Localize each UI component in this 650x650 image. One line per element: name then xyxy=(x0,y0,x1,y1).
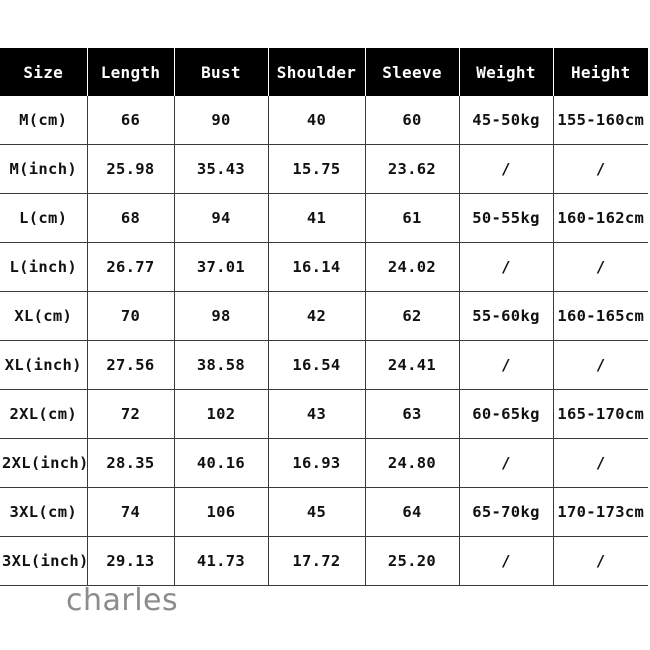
size-chart-container: Size Length Bust Shoulder Sleeve Weight … xyxy=(0,48,648,586)
cell-bust: 40.16 xyxy=(174,438,269,488)
cell-size: 2XL(inch) xyxy=(0,438,88,488)
cell-sleeve: 62 xyxy=(365,291,460,341)
cell-height: / xyxy=(553,242,648,292)
cell-shoulder: 41 xyxy=(268,193,366,243)
cell-bust: 98 xyxy=(174,291,269,341)
cell-weight: / xyxy=(459,144,554,194)
cell-height: / xyxy=(553,144,648,194)
cell-sleeve: 24.80 xyxy=(365,438,460,488)
cell-weight: / xyxy=(459,340,554,390)
column-header-bust: Bust xyxy=(173,48,269,96)
table-row: 3XL(inch) 29.13 41.73 17.72 25.20 / / xyxy=(0,536,648,586)
cell-sleeve: 61 xyxy=(365,193,460,243)
column-header-weight: Weight xyxy=(458,48,554,96)
size-chart-table: Size Length Bust Shoulder Sleeve Weight … xyxy=(0,48,648,586)
cell-sleeve: 23.62 xyxy=(365,144,460,194)
cell-weight: / xyxy=(459,438,554,488)
column-header-size: Size xyxy=(0,48,88,96)
cell-shoulder: 17.72 xyxy=(268,536,366,586)
table-row: M(cm) 66 90 40 60 45-50kg 155-160cm xyxy=(0,96,648,145)
table-row: M(inch) 25.98 35.43 15.75 23.62 / / xyxy=(0,144,648,194)
cell-length: 72 xyxy=(87,389,175,439)
cell-length: 25.98 xyxy=(87,144,175,194)
cell-sleeve: 63 xyxy=(365,389,460,439)
cell-height: 170-173cm xyxy=(553,487,648,537)
table-row: L(cm) 68 94 41 61 50-55kg 160-162cm xyxy=(0,193,648,243)
cell-shoulder: 16.54 xyxy=(268,340,366,390)
cell-length: 26.77 xyxy=(87,242,175,292)
cell-size: XL(cm) xyxy=(0,291,88,341)
cell-bust: 37.01 xyxy=(174,242,269,292)
cell-length: 74 xyxy=(87,487,175,537)
cell-sleeve: 24.41 xyxy=(365,340,460,390)
cell-weight: / xyxy=(459,242,554,292)
table-header-row: Size Length Bust Shoulder Sleeve Weight … xyxy=(0,48,648,96)
column-header-shoulder: Shoulder xyxy=(267,48,366,96)
cell-size: XL(inch) xyxy=(0,340,88,390)
cell-height: 160-162cm xyxy=(553,193,648,243)
cell-shoulder: 16.93 xyxy=(268,438,366,488)
cell-bust: 35.43 xyxy=(174,144,269,194)
cell-weight: 60-65kg xyxy=(459,389,554,439)
cell-weight: / xyxy=(459,536,554,586)
cell-shoulder: 43 xyxy=(268,389,366,439)
cell-height: 165-170cm xyxy=(553,389,648,439)
cell-height: 155-160cm xyxy=(553,96,648,145)
cell-size: M(cm) xyxy=(0,96,88,145)
cell-size: L(cm) xyxy=(0,193,88,243)
table-row: 3XL(cm) 74 106 45 64 65-70kg 170-173cm xyxy=(0,487,648,537)
cell-bust: 106 xyxy=(174,487,269,537)
cell-size: 3XL(cm) xyxy=(0,487,88,537)
cell-bust: 38.58 xyxy=(174,340,269,390)
cell-sleeve: 25.20 xyxy=(365,536,460,586)
column-header-height: Height xyxy=(552,48,648,96)
table-row: 2XL(inch) 28.35 40.16 16.93 24.80 / / xyxy=(0,438,648,488)
cell-bust: 102 xyxy=(174,389,269,439)
cell-weight: 45-50kg xyxy=(459,96,554,145)
cell-height: / xyxy=(553,438,648,488)
table-row: XL(inch) 27.56 38.58 16.54 24.41 / / xyxy=(0,340,648,390)
table-row: XL(cm) 70 98 42 62 55-60kg 160-165cm xyxy=(0,291,648,341)
cell-shoulder: 16.14 xyxy=(268,242,366,292)
cell-bust: 41.73 xyxy=(174,536,269,586)
cell-length: 68 xyxy=(87,193,175,243)
cell-sleeve: 64 xyxy=(365,487,460,537)
cell-height: 160-165cm xyxy=(553,291,648,341)
cell-weight: 65-70kg xyxy=(459,487,554,537)
watermark-text: charles xyxy=(66,583,179,618)
table-header: Size Length Bust Shoulder Sleeve Weight … xyxy=(0,48,648,96)
cell-bust: 94 xyxy=(174,193,269,243)
cell-size: 2XL(cm) xyxy=(0,389,88,439)
column-header-length: Length xyxy=(86,48,175,96)
cell-shoulder: 42 xyxy=(268,291,366,341)
cell-shoulder: 45 xyxy=(268,487,366,537)
cell-sleeve: 24.02 xyxy=(365,242,460,292)
cell-size: 3XL(inch) xyxy=(0,536,88,586)
table-row: 2XL(cm) 72 102 43 63 60-65kg 165-170cm xyxy=(0,389,648,439)
cell-bust: 90 xyxy=(174,96,269,145)
cell-weight: 50-55kg xyxy=(459,193,554,243)
cell-shoulder: 15.75 xyxy=(268,144,366,194)
cell-length: 29.13 xyxy=(87,536,175,586)
cell-height: / xyxy=(553,536,648,586)
cell-length: 27.56 xyxy=(87,340,175,390)
table-body: M(cm) 66 90 40 60 45-50kg 155-160cm M(in… xyxy=(0,96,648,586)
cell-length: 28.35 xyxy=(87,438,175,488)
cell-weight: 55-60kg xyxy=(459,291,554,341)
cell-height: / xyxy=(553,340,648,390)
cell-size: L(inch) xyxy=(0,242,88,292)
cell-length: 66 xyxy=(87,96,175,145)
cell-length: 70 xyxy=(87,291,175,341)
cell-shoulder: 40 xyxy=(268,96,366,145)
cell-size: M(inch) xyxy=(0,144,88,194)
column-header-sleeve: Sleeve xyxy=(364,48,460,96)
table-row: L(inch) 26.77 37.01 16.14 24.02 / / xyxy=(0,242,648,292)
cell-sleeve: 60 xyxy=(365,96,460,145)
